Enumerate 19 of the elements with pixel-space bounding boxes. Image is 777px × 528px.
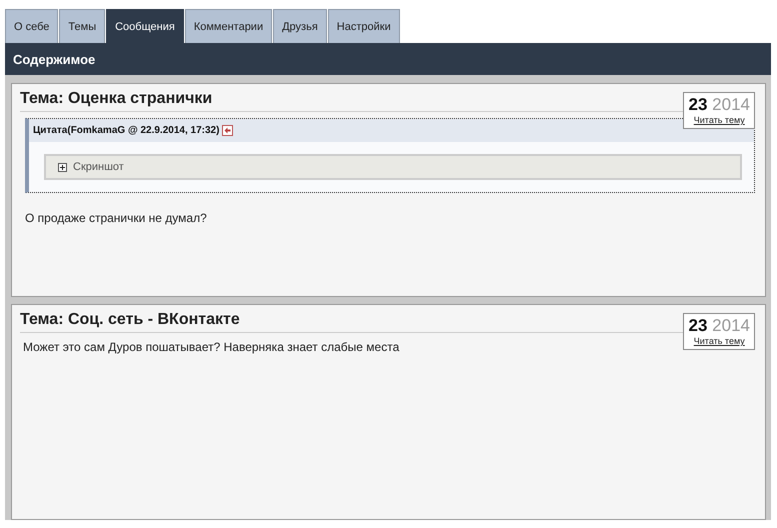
plus-icon <box>58 162 67 172</box>
date-year: 2014 <box>712 316 750 336</box>
read-topic-link[interactable]: Читать тему <box>688 336 750 346</box>
date-year: 2014 <box>712 95 750 114</box>
date-day: 23 <box>688 316 708 336</box>
tab[interactable]: Настройки <box>328 9 400 43</box>
tab[interactable]: Комментарии <box>184 9 272 43</box>
date-day: 23 <box>688 95 708 114</box>
back-arrow-icon[interactable] <box>222 125 234 136</box>
tab[interactable]: Друзья <box>273 9 327 43</box>
tab[interactable]: Сообщения <box>106 9 184 43</box>
section-title: Содержимое <box>13 52 96 66</box>
quote-author: Цитата(FomkamaG @ 22.9.2014, 17:32) <box>33 125 220 136</box>
post-text: О продаже странички не думал? <box>25 211 207 225</box>
spoiler-button[interactable]: Скриншот <box>44 154 742 180</box>
tab[interactable]: О себе <box>5 9 58 43</box>
post-text: Может это сам Дуров пошатывает? Наверняка знает слабые места <box>23 340 400 354</box>
tab[interactable]: Темы <box>59 9 106 43</box>
read-topic-link[interactable]: Читать тему <box>688 115 750 125</box>
